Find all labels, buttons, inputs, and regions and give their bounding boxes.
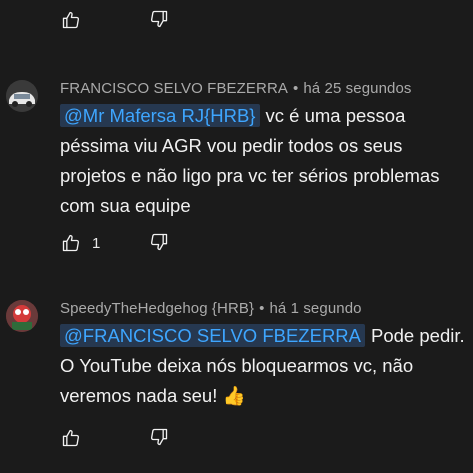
thumbs-down-icon [150,233,168,251]
previous-comment-actions [60,8,168,32]
dislike-button[interactable] [148,426,170,448]
separator: • [259,300,265,317]
thumbs-up-icon [62,11,80,29]
thumbs-down-icon [150,10,168,28]
like-button[interactable] [60,232,82,254]
thumbs-up-icon [62,429,80,447]
avatar[interactable] [6,300,38,332]
thumbs-up-emoji: 👍 [222,385,246,406]
author-name[interactable]: FRANCISCO SELVO FBEZERRA [60,80,288,97]
thumbs-up-icon [62,234,80,252]
timestamp[interactable]: há 25 segundos [303,80,411,97]
dislike-button[interactable] [148,231,170,253]
comment-meta: FRANCISCO SELVO FBEZERRA • há 25 segundos [60,80,412,97]
comment-text: @Mr Mafersa RJ{HRB} vc é uma pessoa péssi… [60,101,465,221]
dislike-button[interactable] [148,8,170,30]
character-avatar-icon [6,300,38,332]
comment-meta: SpeedyTheHedgehog {HRB} • há 1 segundo [60,300,362,317]
thumbs-down-icon [150,428,168,446]
avatar[interactable] [6,80,38,112]
timestamp[interactable]: há 1 segundo [269,300,361,317]
author-name[interactable]: SpeedyTheHedgehog {HRB} [60,300,254,317]
like-count: 1 [92,234,101,252]
mention-link[interactable]: @Mr Mafersa RJ{HRB} [60,104,260,127]
comment-text: @FRANCISCO SELVO FBEZERRA Pode pedir. O Y… [60,321,465,411]
car-avatar-icon [6,80,38,112]
separator: • [293,80,299,97]
comment-actions [60,426,168,450]
like-button[interactable] [60,427,82,449]
mention-link[interactable]: @FRANCISCO SELVO FBEZERRA [60,324,366,347]
comment-actions: 1 [60,231,168,255]
like-button[interactable] [60,9,82,31]
